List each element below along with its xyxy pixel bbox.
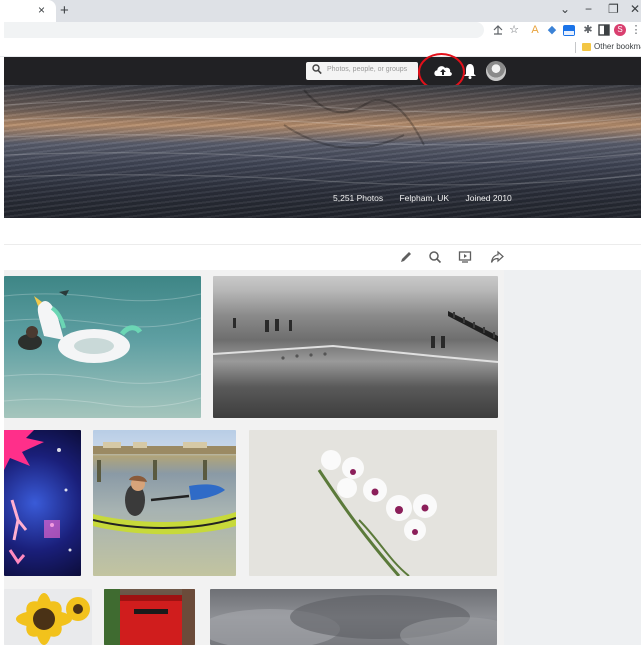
- new-tab-button[interactable]: +: [60, 2, 69, 19]
- bookmarks-bar: Other bookmarks: [0, 39, 641, 57]
- profile-stats: 5,251 Photos Felpham, UK Joined 2010: [333, 193, 526, 203]
- photo-unicorn-content: [4, 290, 201, 408]
- photo-thumbnail[interactable]: [4, 276, 201, 418]
- photo-thumbnail[interactable]: [104, 589, 195, 645]
- search-icon: [312, 64, 322, 75]
- photo-count[interactable]: 5,251 Photos: [333, 193, 383, 203]
- photo-thumbnail[interactable]: [4, 589, 92, 645]
- photo-circus-content: [4, 430, 72, 565]
- folder-icon[interactable]: [582, 43, 591, 51]
- photo-postbox-content: [104, 589, 195, 645]
- location: Felpham, UK: [399, 193, 450, 203]
- photo-clouds-content: [210, 595, 497, 645]
- photo-sunflower-content: [16, 593, 90, 645]
- photo-thumbnail[interactable]: [213, 276, 498, 418]
- browser-menu-icon[interactable]: ⋮: [630, 24, 641, 36]
- photo-beach-content: [213, 311, 498, 363]
- share-page-icon[interactable]: [492, 24, 504, 36]
- photo-thumbnail[interactable]: [4, 430, 81, 576]
- side-panel-icon[interactable]: [598, 24, 610, 36]
- star-icon[interactable]: ☆: [508, 24, 520, 36]
- photo-thumbnail[interactable]: [249, 430, 497, 576]
- bookmarks-separator: [575, 42, 576, 53]
- photostream-toolbar: [4, 244, 641, 270]
- right-gutter: [504, 270, 641, 645]
- cover-photo: [4, 85, 641, 218]
- share-icon[interactable]: [490, 250, 504, 264]
- tab-search-icon[interactable]: ⌄: [560, 2, 570, 16]
- extension-a-icon[interactable]: A: [529, 24, 541, 36]
- close-window-icon[interactable]: ✕: [630, 2, 640, 16]
- search-icon[interactable]: [428, 250, 442, 264]
- photo-thumbnail[interactable]: [210, 589, 497, 645]
- user-avatar[interactable]: [486, 61, 506, 81]
- minimize-icon[interactable]: −: [585, 2, 592, 16]
- browser-tab-strip: × + ⌄ − ❐ ✕: [0, 0, 641, 22]
- joined-date: Joined 2010: [465, 193, 512, 203]
- other-bookmarks-link[interactable]: Other bookmarks: [594, 42, 641, 51]
- bell-icon[interactable]: [463, 63, 477, 79]
- profile-avatar[interactable]: S: [614, 24, 626, 36]
- water-ripples: [4, 89, 641, 186]
- pencil-icon[interactable]: [399, 250, 413, 264]
- photo-thumbnail[interactable]: [93, 430, 236, 576]
- slideshow-icon[interactable]: [458, 250, 472, 264]
- extension-new-icon[interactable]: [563, 24, 575, 36]
- search-placeholder: Photos, people, or groups: [327, 66, 408, 73]
- photo-kayak-content: [93, 442, 236, 535]
- photo-orchid-content: [317, 450, 437, 576]
- search-input[interactable]: Photos, people, or groups: [306, 62, 418, 80]
- extension-diamond-icon[interactable]: ◆: [546, 24, 558, 36]
- address-bar[interactable]: [4, 22, 484, 38]
- tab-close-icon[interactable]: ×: [38, 3, 45, 17]
- browser-tab[interactable]: ×: [0, 0, 56, 22]
- extensions-puzzle-icon[interactable]: ✱: [582, 24, 594, 36]
- restore-icon[interactable]: ❐: [608, 2, 619, 16]
